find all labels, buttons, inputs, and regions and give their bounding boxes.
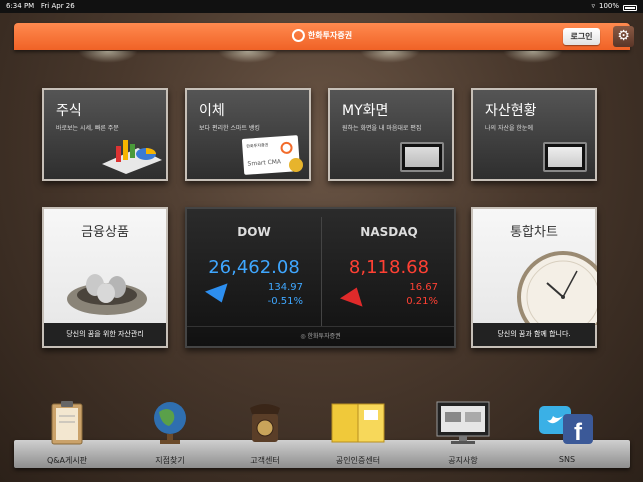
tile-title: 통합차트 (510, 225, 558, 240)
clipboard-icon (51, 401, 83, 445)
tile-assets[interactable]: 자산현황 나의 자산을 한눈에 (471, 88, 597, 181)
status-time: 6:34 PM (6, 2, 35, 10)
dock-item-sns[interactable]: f SNS (522, 398, 612, 470)
login-button[interactable]: 로그인 (563, 28, 600, 45)
light-decoration (78, 51, 138, 63)
dock-item-customer-center[interactable]: 고객센터 (220, 398, 310, 470)
up-arrow-icon (339, 283, 369, 307)
tile-subtitle: 나의 자산을 한눈에 (485, 125, 533, 132)
brand: 한화투자증권 (291, 29, 353, 42)
status-date: Fri Apr 26 (40, 2, 75, 10)
tile-title: MY화면 (342, 103, 389, 119)
down-arrow-icon (204, 283, 234, 307)
battery-icon (623, 5, 637, 11)
tile-subtitle: 보다 편리한 스마트 뱅킹 (199, 125, 260, 132)
nest-eggs-icon (67, 274, 147, 315)
index-percent: -0.51% (267, 296, 303, 307)
light-decoration (503, 51, 563, 63)
panel-footer: ◎ 한화투자증권 (187, 326, 454, 346)
index-value: 8,118.68 (348, 257, 430, 278)
tile-finance-products[interactable]: 금융상품 당신의 꿈을 위한 자산관리 (42, 207, 168, 348)
wifi-icon: ▿ (591, 2, 595, 10)
status-bar: 6:34 PM Fri Apr 26 ▿ 100% (0, 0, 643, 13)
coin-icon (289, 158, 303, 172)
app-root: 6:34 PM Fri Apr 26 ▿ 100% 한화투자증권 로그인 ⚙ 주… (0, 0, 643, 482)
folder-icon (331, 403, 385, 443)
index-name: NASDAQ (360, 225, 418, 239)
globe-icon (154, 402, 186, 444)
index-change: 16.67 (409, 282, 438, 293)
index-percent: 0.21% (406, 296, 438, 307)
dock-label: 고객센터 (250, 456, 280, 465)
dock-label: SNS (558, 455, 576, 464)
dock-label: Q&A게시판 (46, 456, 88, 465)
tile-subtitle: 바로보는 시세, 빠른 주문 (56, 125, 119, 132)
monitor-icon (436, 401, 490, 444)
tile-title: 금융상품 (81, 225, 129, 240)
top-header: 한화투자증권 로그인 ⚙ (14, 23, 634, 50)
svg-text:f: f (574, 419, 583, 446)
tile-subtitle: 원하는 화면을 내 마음대로 편집 (342, 125, 422, 132)
battery-percent: 100% (598, 2, 619, 10)
tablet-icon (543, 142, 587, 172)
telephone-icon (250, 404, 280, 442)
dock-item-branch[interactable]: 지점찾기 (125, 398, 215, 470)
brand-logo-icon: ◎ (300, 333, 306, 340)
tile-my-screen[interactable]: MY화면 원하는 화면을 내 마음대로 편집 (328, 88, 454, 181)
tile-transfer[interactable]: 이체 보다 편리한 스마트 뱅킹 한화투자증권 Smart CMA (185, 88, 311, 181)
dock-item-certificate-center[interactable]: 공인인증센터 (313, 398, 403, 470)
dock-label: 공지사항 (448, 456, 478, 465)
index-name: DOW (237, 225, 271, 239)
tile-title: 자산현황 (485, 103, 537, 119)
tile-title: 주식 (56, 103, 82, 119)
tile-title: 이체 (199, 103, 225, 119)
clock-icon (517, 251, 597, 325)
index-change: 134.97 (268, 282, 303, 293)
dock-label: 공인인증센터 (335, 456, 381, 465)
dock-item-qa[interactable]: Q&A게시판 (22, 398, 112, 470)
gear-icon[interactable]: ⚙ (613, 26, 634, 47)
dock-label: 지점찾기 (155, 456, 185, 465)
dock-item-notice[interactable]: 공지사항 (418, 398, 508, 470)
tile-integrated-chart[interactable]: 통합차트 당신의 꿈과 함께 합니다. (471, 207, 597, 348)
light-decoration (218, 51, 278, 63)
tile-caption: 당신의 꿈을 위한 자산관리 (44, 323, 166, 346)
tablet-icon (400, 142, 444, 172)
footer-brand: 한화투자증권 (307, 333, 341, 340)
dow-index[interactable]: DOW 26,462.08 134.97 -0.51% (187, 209, 321, 329)
market-index-panel[interactable]: DOW 26,462.08 134.97 -0.51% NASDAQ 8,118… (185, 207, 456, 348)
index-value: 26,462.08 (208, 257, 300, 278)
brand-logo-icon (291, 29, 305, 42)
social-icon: f (539, 406, 593, 446)
light-decoration (360, 51, 420, 63)
tile-stock[interactable]: 주식 바로보는 시세, 빠른 주문 (42, 88, 168, 181)
tile-caption: 당신의 꿈과 함께 합니다. (473, 323, 595, 346)
nasdaq-index[interactable]: NASDAQ 8,118.68 16.67 0.21% (322, 209, 456, 329)
brand-name: 한화투자증권 (307, 31, 353, 40)
stock-chart-icon (102, 140, 162, 174)
